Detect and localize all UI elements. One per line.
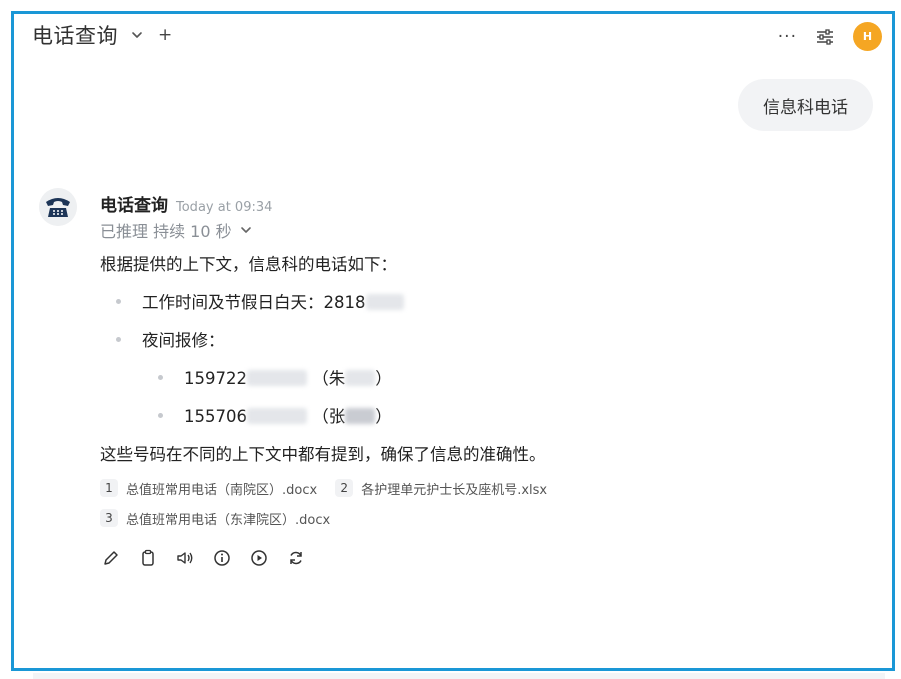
top-bar: 电话查询 + ··· H	[14, 14, 892, 58]
bullet	[158, 375, 163, 380]
header-tools: ··· H	[778, 22, 882, 51]
chevron-down-icon[interactable]	[128, 26, 146, 44]
redacted-text	[365, 294, 404, 310]
source-citations: 1 总值班常用电话（南院区）.docx 2 各护理单元护士长及座机号.xlsx …	[100, 473, 860, 533]
phone-number: 155706	[184, 407, 247, 426]
app-title[interactable]: 电话查询	[32, 20, 118, 50]
chevron-down-icon[interactable]	[238, 222, 254, 238]
answer-intro: 根据提供的上下文，信息科的电话如下：	[100, 255, 397, 274]
redacted-text	[345, 370, 376, 386]
list-item: 159722 （朱 ）	[100, 365, 860, 391]
model-selector[interactable]: 电话查询 +	[32, 20, 172, 50]
source-link[interactable]: 1 总值班常用电话（南院区）.docx	[100, 479, 317, 498]
answer-summary: 这些号码在不同的上下文中都有提到，确保了信息的准确性。	[100, 445, 546, 464]
message-actions	[100, 547, 860, 569]
contact-name-end: ）	[375, 369, 392, 388]
source-label[interactable]: 总值班常用电话（东津院区）.docx	[126, 509, 330, 528]
message-timestamp: Today at 09:34	[176, 200, 273, 215]
source-link[interactable]: 2 各护理单元护士长及座机号.xlsx	[335, 479, 547, 498]
redacted-text	[247, 370, 307, 386]
more-options-button[interactable]: ···	[778, 28, 797, 46]
source-label[interactable]: 总值班常用电话（南院区）.docx	[126, 479, 317, 498]
list-item: 155706 （张 ）	[100, 403, 860, 429]
source-number: 2	[335, 479, 354, 497]
bullet	[116, 337, 121, 342]
bottom-strip	[33, 673, 885, 679]
copy-icon[interactable]	[137, 547, 159, 569]
daytime-phone: 工作时间及节假日白天：2818	[142, 293, 366, 312]
phone-list: 工作时间及节假日白天：2818 夜间报修： 159722 （朱 ） 155706 …	[100, 289, 860, 429]
assistant-name: 电话查询	[100, 196, 168, 216]
play-icon[interactable]	[248, 547, 270, 569]
chat-window: 电话查询 + ··· H 信息科电话 电话查询 Today at 09:34 已…	[11, 11, 895, 671]
new-chat-button[interactable]: +	[158, 26, 172, 44]
contact-name: （朱	[312, 369, 346, 388]
redacted-text	[247, 408, 307, 424]
list-item: 工作时间及节假日白天：2818	[100, 289, 860, 315]
night-repair-label: 夜间报修：	[142, 331, 225, 350]
user-avatar[interactable]: H	[853, 22, 882, 51]
reasoning-status[interactable]: 已推理 持续 10 秒	[100, 218, 232, 242]
redacted-text	[345, 408, 376, 424]
bullet	[158, 413, 163, 418]
source-link[interactable]: 3 总值班常用电话（东津院区）.docx	[100, 509, 330, 528]
list-item: 夜间报修：	[100, 327, 860, 353]
source-label[interactable]: 各护理单元护士长及座机号.xlsx	[361, 479, 547, 498]
user-message-bubble: 信息科电话	[738, 79, 873, 131]
info-icon[interactable]	[211, 547, 233, 569]
reasoning-toggle[interactable]: 已推理 持续 10 秒	[100, 219, 860, 241]
telephone-icon	[39, 188, 77, 226]
speaker-icon[interactable]	[174, 547, 196, 569]
source-number: 3	[100, 509, 118, 527]
edit-icon[interactable]	[100, 547, 122, 569]
source-number: 1	[100, 479, 118, 497]
contact-name-end: ）	[375, 407, 392, 426]
sliders-icon[interactable]	[813, 25, 837, 49]
assistant-message: 电话查询 Today at 09:34 已推理 持续 10 秒 根据提供的上下文…	[100, 191, 860, 569]
contact-name: （张	[312, 407, 346, 426]
phone-number: 159722	[184, 369, 247, 388]
regenerate-icon[interactable]	[285, 547, 307, 569]
bullet	[116, 299, 121, 304]
